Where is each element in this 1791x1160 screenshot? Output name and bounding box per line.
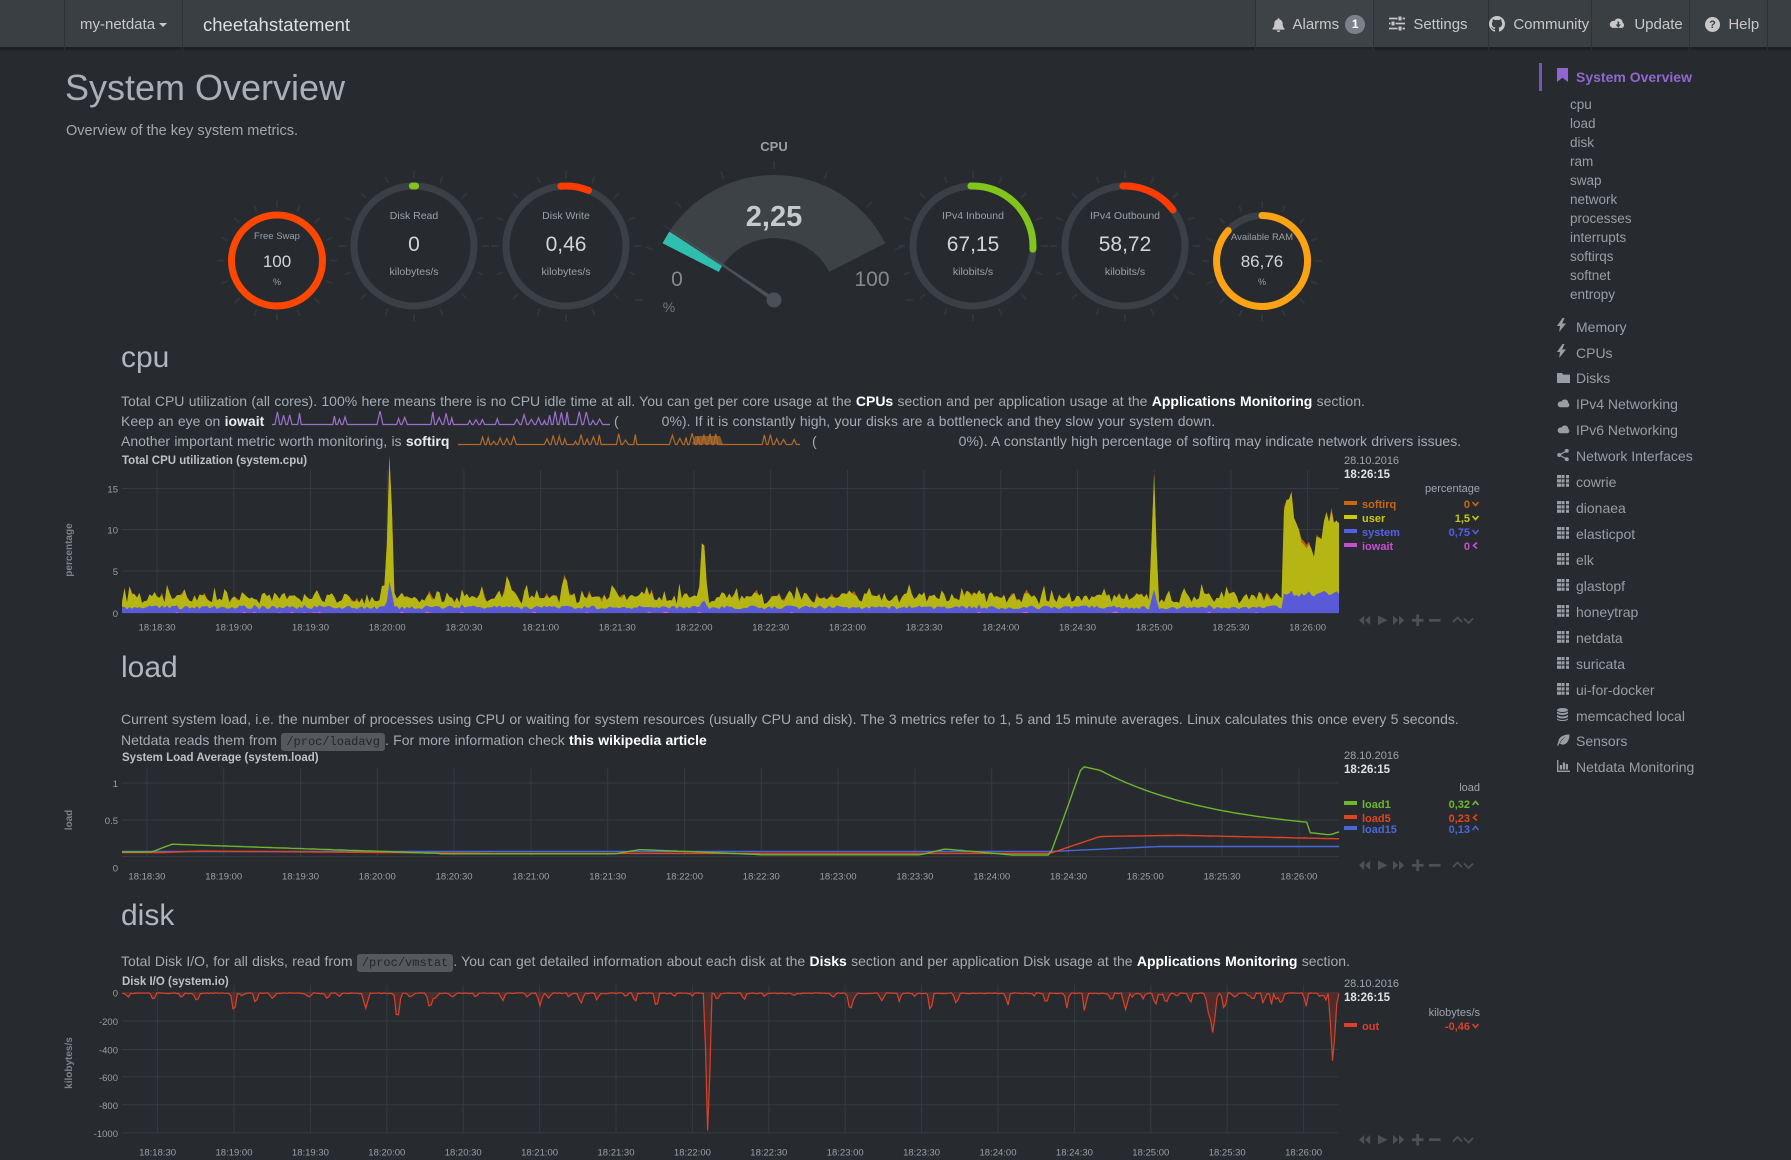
svg-text:18:25:30: 18:25:30	[1212, 623, 1249, 634]
svg-text:10: 10	[107, 526, 118, 537]
svg-text:18:19:30: 18:19:30	[292, 623, 329, 634]
svg-text:18:18:30: 18:18:30	[128, 872, 165, 883]
svg-text:18:24:00: 18:24:00	[980, 1148, 1017, 1159]
svg-text:18:22:00: 18:22:00	[676, 623, 713, 634]
svg-text:-600: -600	[99, 1073, 118, 1084]
svg-text:18:26:00: 18:26:00	[1280, 872, 1317, 883]
svg-text:percentage: percentage	[64, 523, 75, 577]
svg-text:18:24:30: 18:24:30	[1050, 872, 1087, 883]
svg-text:18:23:00: 18:23:00	[827, 1148, 864, 1159]
svg-text:18:20:00: 18:20:00	[359, 872, 396, 883]
svg-text:18:26:00: 18:26:00	[1289, 623, 1326, 634]
svg-text:18:24:00: 18:24:00	[982, 623, 1019, 634]
svg-text:18:18:30: 18:18:30	[139, 1148, 176, 1159]
svg-text:18:21:30: 18:21:30	[599, 623, 636, 634]
svg-text:18:23:30: 18:23:30	[906, 623, 943, 634]
svg-text:15: 15	[107, 485, 118, 496]
svg-text:18:21:00: 18:21:00	[512, 872, 549, 883]
svg-text:18:19:30: 18:19:30	[282, 872, 319, 883]
svg-text:18:19:00: 18:19:00	[215, 623, 252, 634]
svg-text:18:25:30: 18:25:30	[1204, 872, 1241, 883]
svg-text:18:24:30: 18:24:30	[1056, 1148, 1093, 1159]
svg-text:18:25:00: 18:25:00	[1127, 872, 1164, 883]
svg-text:-200: -200	[99, 1017, 118, 1028]
svg-text:18:22:30: 18:22:30	[750, 1148, 787, 1159]
svg-text:18:25:00: 18:25:00	[1132, 1148, 1169, 1159]
svg-text:kilobytes/s: kilobytes/s	[64, 1037, 75, 1089]
svg-text:18:24:00: 18:24:00	[973, 872, 1010, 883]
svg-text:18:24:30: 18:24:30	[1059, 623, 1096, 634]
svg-text:-400: -400	[99, 1046, 118, 1057]
svg-text:-1000: -1000	[94, 1129, 118, 1140]
svg-text:18:19:00: 18:19:00	[216, 1148, 253, 1159]
svg-text:18:22:30: 18:22:30	[743, 872, 780, 883]
svg-text:18:22:00: 18:22:00	[666, 872, 703, 883]
svg-text:18:22:30: 18:22:30	[752, 623, 789, 634]
svg-text:0.5: 0.5	[105, 816, 118, 827]
svg-text:-800: -800	[99, 1101, 118, 1112]
svg-text:18:21:30: 18:21:30	[598, 1148, 635, 1159]
svg-text:18:25:30: 18:25:30	[1209, 1148, 1246, 1159]
svg-text:18:20:00: 18:20:00	[369, 623, 406, 634]
svg-text:18:23:00: 18:23:00	[820, 872, 857, 883]
svg-text:18:18:30: 18:18:30	[139, 623, 176, 634]
svg-text:1: 1	[113, 779, 118, 790]
svg-text:0: 0	[113, 989, 118, 1000]
svg-text:18:23:30: 18:23:30	[903, 1148, 940, 1159]
svg-text:18:21:30: 18:21:30	[589, 872, 626, 883]
svg-text:18:23:30: 18:23:30	[896, 872, 933, 883]
svg-text:18:26:00: 18:26:00	[1285, 1148, 1322, 1159]
svg-text:18:23:00: 18:23:00	[829, 623, 866, 634]
svg-text:18:21:00: 18:21:00	[521, 1148, 558, 1159]
svg-text:18:19:30: 18:19:30	[292, 1148, 329, 1159]
svg-text:18:20:00: 18:20:00	[368, 1148, 405, 1159]
svg-text:18:21:00: 18:21:00	[522, 623, 559, 634]
svg-text:18:25:00: 18:25:00	[1136, 623, 1173, 634]
svg-text:18:20:30: 18:20:30	[445, 623, 482, 634]
svg-text:18:19:00: 18:19:00	[205, 872, 242, 883]
svg-text:18:20:30: 18:20:30	[445, 1148, 482, 1159]
svg-text:18:22:00: 18:22:00	[674, 1148, 711, 1159]
svg-text:load: load	[64, 810, 75, 831]
svg-text:18:20:30: 18:20:30	[436, 872, 473, 883]
svg-text:5: 5	[113, 567, 118, 578]
svg-text:0: 0	[113, 609, 118, 620]
svg-text:0: 0	[113, 864, 118, 875]
